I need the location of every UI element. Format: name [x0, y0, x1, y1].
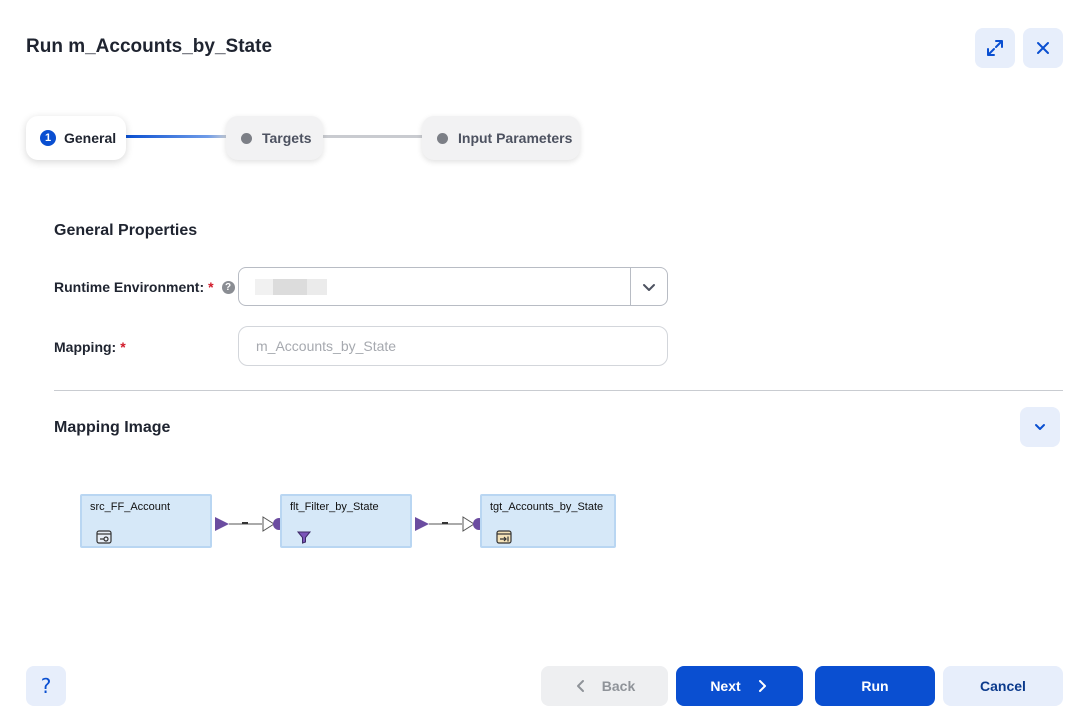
- link-arrow-head: [462, 516, 475, 532]
- required-asterisk: *: [120, 339, 126, 355]
- node-name: src_FF_Account: [90, 501, 171, 513]
- close-button[interactable]: [1023, 28, 1063, 68]
- help-button[interactable]: ?: [26, 666, 66, 706]
- next-button-label: Next: [710, 678, 741, 694]
- help-icon[interactable]: ?: [221, 280, 235, 294]
- collapse-toggle-button[interactable]: [1020, 407, 1060, 447]
- step-input-parameters[interactable]: Input Parameters: [422, 116, 580, 160]
- chevron-left-icon: [576, 680, 584, 692]
- chevron-right-icon: [758, 680, 766, 692]
- back-button-label: Back: [601, 678, 636, 694]
- flat-file-source-icon: [96, 530, 112, 544]
- output-port-arrow: [415, 517, 429, 531]
- runtime-environment-label: Runtime Environment: * ?: [54, 279, 235, 295]
- redacted-value: [255, 278, 327, 295]
- next-button[interactable]: Next: [676, 666, 803, 706]
- cancel-button[interactable]: Cancel: [943, 666, 1063, 706]
- chevron-down-icon: [1035, 424, 1045, 430]
- runtime-environment-select[interactable]: [238, 267, 668, 306]
- runtime-environment-label-text: Runtime Environment:: [54, 279, 205, 295]
- chevron-down-icon: [643, 283, 655, 291]
- step-dot-icon: [437, 132, 448, 144]
- step-label: Targets: [262, 130, 312, 146]
- mapping-label: Mapping: *: [54, 339, 126, 355]
- node-name: tgt_Accounts_by_State: [490, 501, 604, 513]
- mapping-image-heading: Mapping Image: [54, 419, 171, 436]
- step-general[interactable]: 1 General: [26, 116, 126, 160]
- output-port-arrow: [215, 517, 229, 531]
- step-number-badge: 1: [40, 130, 56, 146]
- filter-icon: [296, 531, 312, 544]
- dialog-title: Run m_Accounts_by_State: [26, 36, 273, 57]
- mapping-label-text: Mapping:: [54, 339, 117, 355]
- link-arrow-head: [262, 516, 275, 532]
- back-button[interactable]: Back: [541, 666, 668, 706]
- maximize-button[interactable]: [975, 28, 1015, 68]
- step-targets[interactable]: Targets: [226, 116, 323, 160]
- expand-icon: [987, 40, 1003, 56]
- dropdown-toggle[interactable]: [630, 268, 667, 305]
- run-button[interactable]: Run: [815, 666, 935, 706]
- step-dot-icon: [241, 132, 252, 144]
- step-label: Input Parameters: [458, 130, 573, 146]
- step-label: General: [64, 130, 117, 146]
- help-icon: ?: [40, 674, 52, 698]
- mapping-node-target[interactable]: tgt_Accounts_by_State: [480, 494, 616, 548]
- target-icon: [496, 530, 512, 544]
- stepper-connector-1: [126, 135, 228, 138]
- stepper-connector-2: [322, 135, 424, 138]
- mapping-node-filter[interactable]: flt_Filter_by_State: [280, 494, 412, 548]
- section-divider: [54, 390, 1063, 391]
- close-icon: [1037, 42, 1049, 54]
- node-name: flt_Filter_by_State: [290, 501, 379, 513]
- required-asterisk: *: [208, 279, 214, 295]
- general-properties-heading: General Properties: [54, 222, 198, 239]
- mapping-field: m_Accounts_by_State: [238, 326, 668, 366]
- mapping-node-source[interactable]: src_FF_Account: [80, 494, 212, 548]
- runtime-environment-value: [239, 278, 630, 295]
